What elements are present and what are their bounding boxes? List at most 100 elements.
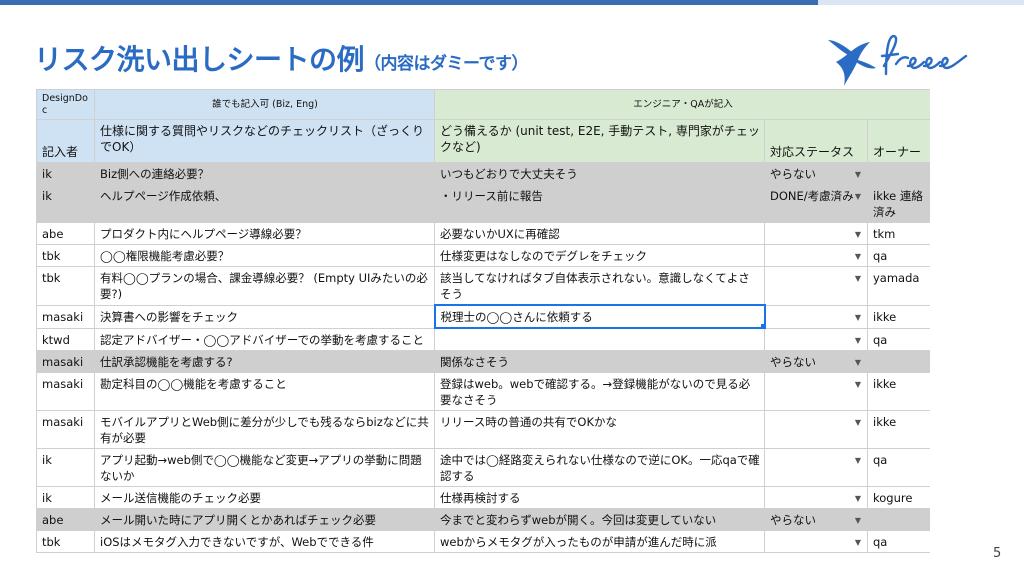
cell-item[interactable]: Biz側への連絡必要？ <box>94 162 435 185</box>
cell-item[interactable]: ヘルプページ作成依頼、 <box>94 184 435 223</box>
cell-response[interactable]: リリース時の普通の共有でOKかな <box>434 409 765 449</box>
group-header-anyone[interactable]: 誰でも記入可 (Biz, Eng) <box>94 89 435 120</box>
cell-response[interactable]: いつもどおりで大丈夫そう <box>434 162 765 185</box>
cell-status-dropdown[interactable]: ▼ <box>764 244 868 267</box>
cell-status-dropdown[interactable]: ▼ <box>764 485 868 509</box>
cell-author[interactable]: tbk <box>36 244 95 267</box>
cell-author[interactable]: abe <box>36 507 95 531</box>
cell-status-dropdown[interactable]: ▼ <box>764 529 868 553</box>
cell-owner[interactable]: kogure <box>866 485 930 509</box>
dropdown-arrow-icon[interactable]: ▼ <box>855 358 861 367</box>
header-owner[interactable]: オーナー <box>866 119 930 163</box>
cell-status-dropdown[interactable]: ▼ <box>764 447 868 487</box>
cell-response[interactable]: 必要ないかUXに再確認 <box>434 222 765 245</box>
dropdown-arrow-icon[interactable]: ▼ <box>855 456 861 465</box>
cell-status-dropdown[interactable]: ▼ <box>764 409 868 449</box>
cell-author[interactable]: ik <box>36 447 95 487</box>
dropdown-arrow-icon[interactable]: ▼ <box>855 336 861 345</box>
cell-item[interactable]: iOSはメモタグ入力できないですが、Webでできる件 <box>94 529 435 553</box>
cell-response-selected[interactable]: 税理士の◯◯さんに依頼する <box>433 304 766 329</box>
cell-response[interactable]: 仕様再検討する <box>434 485 765 509</box>
dropdown-arrow-icon[interactable]: ▼ <box>855 275 861 283</box>
cell-status: やらない <box>770 512 816 527</box>
cell-response[interactable]: 今までと変わらずwebが開く。今回は変更していない <box>434 507 765 531</box>
cell-status-dropdown[interactable]: ▼ <box>764 304 868 329</box>
cell-owner[interactable]: qa <box>866 529 930 553</box>
dropdown-arrow-icon[interactable]: ▼ <box>855 193 861 201</box>
cell-author[interactable]: ik <box>36 485 95 509</box>
group-header-engineer[interactable]: エンジニア・QAが記入 <box>433 89 930 120</box>
dropdown-arrow-icon[interactable]: ▼ <box>855 516 861 525</box>
cell-owner[interactable]: ikke <box>866 409 930 449</box>
cell-owner[interactable]: ikke 連絡済み <box>866 184 930 223</box>
header-response[interactable]: どう備えるか (unit test, E2E, 手動テスト, 専門家がチェックな… <box>434 119 765 163</box>
cell-status-dropdown[interactable]: DONE/考慮済み ▼ <box>764 184 868 223</box>
risk-spreadsheet: DesignDoc 誰でも記入可 (Biz, Eng) エンジニア・QAが記入 … <box>36 89 930 576</box>
dropdown-arrow-icon[interactable]: ▼ <box>855 171 861 179</box>
cell-status-dropdown[interactable]: ▼ <box>764 327 868 351</box>
cell-owner[interactable]: qa <box>866 327 930 351</box>
dropdown-arrow-icon[interactable]: ▼ <box>855 380 861 389</box>
cell-item[interactable]: 認定アドバイザー・◯◯アドバイザーでの挙動を考慮すること <box>94 327 435 351</box>
cell-author[interactable]: masaki <box>36 349 95 373</box>
cell-response[interactable]: 仕様変更はなしなのでデグレをチェック <box>434 244 765 267</box>
cell-item[interactable]: メール開いた時にアプリ開くとかあればチェック必要 <box>94 507 435 531</box>
group-header-row: DesignDoc 誰でも記入可 (Biz, Eng) エンジニア・QAが記入 <box>36 89 930 120</box>
cell-owner[interactable] <box>866 349 930 373</box>
cell-item[interactable]: 勘定科目の◯◯機能を考慮すること <box>94 371 435 411</box>
cell-owner[interactable]: ikke <box>866 371 930 411</box>
cell-item[interactable]: 仕訳承認機能を考慮する? <box>94 349 435 373</box>
dropdown-arrow-icon[interactable]: ▼ <box>855 538 861 547</box>
cell-response: 税理士の◯◯さんに依頼する <box>440 310 593 324</box>
cell-author[interactable]: tbk <box>36 529 95 553</box>
cell-author[interactable]: ktwd <box>36 327 95 351</box>
cell-response[interactable]: webからメモタグが入ったものが申請が進んだ時に派 <box>434 529 765 553</box>
cell-status-dropdown[interactable]: やらない ▼ <box>764 162 868 185</box>
cell-owner[interactable]: yamada <box>866 266 930 306</box>
cell-designdoc[interactable]: DesignDoc <box>36 89 95 120</box>
cell-author[interactable]: masaki <box>36 409 95 449</box>
cell-status-dropdown[interactable]: やらない ▼ <box>764 507 868 531</box>
dropdown-arrow-icon[interactable]: ▼ <box>855 418 861 427</box>
top-accent-bar <box>0 0 818 5</box>
cell-status-dropdown[interactable]: ▼ <box>764 371 868 411</box>
header-checklist[interactable]: 仕様に関する質問やリスクなどのチェックリスト（ざっくりでOK） <box>94 119 435 163</box>
cell-author[interactable]: ik <box>36 162 95 185</box>
cell-author[interactable]: masaki <box>36 304 95 329</box>
cell-status-dropdown[interactable]: ▼ <box>764 266 868 306</box>
cell-response[interactable]: 関係なさそう <box>434 349 765 373</box>
cell-item[interactable]: 有料◯◯プランの場合、課金導線必要？ (Empty UIみたいの必要?) <box>94 266 435 306</box>
header-author[interactable]: 記入者 <box>36 119 95 163</box>
table-row: ik Biz側への連絡必要？ いつもどおりで大丈夫そう やらない ▼ <box>36 162 930 185</box>
cell-author[interactable]: abe <box>36 222 95 245</box>
cell-item[interactable]: ◯◯権限機能考慮必要？ <box>94 244 435 267</box>
table-row: abe プロダクト内にヘルプページ導線必要？ 必要ないかUXに再確認 ▼ tkm <box>36 222 930 245</box>
cell-owner[interactable] <box>866 507 930 531</box>
cell-owner[interactable]: qa <box>866 447 930 487</box>
header-status[interactable]: 対応ステータス <box>764 119 868 163</box>
cell-response[interactable]: 該当してなければタブ自体表示されない。意識しなくてよさそう <box>434 266 765 306</box>
cell-item[interactable]: 決算書への影響をチェック <box>94 304 435 329</box>
cell-item[interactable]: プロダクト内にヘルプページ導線必要？ <box>94 222 435 245</box>
cell-response[interactable] <box>434 327 765 351</box>
cell-status-dropdown[interactable]: ▼ <box>764 222 868 245</box>
cell-author[interactable]: masaki <box>36 371 95 411</box>
cell-item[interactable]: メール送信機能のチェック必要 <box>94 485 435 509</box>
cell-owner[interactable]: tkm <box>866 222 930 245</box>
cell-item[interactable]: アプリ起動→web側で◯◯機能など変更→アプリの挙動に問題ないか <box>94 447 435 487</box>
cell-item[interactable]: モバイルアプリとWeb側に差分が少しでも残るならbizなどに共有が必要 <box>94 409 435 449</box>
cell-owner[interactable]: qa <box>866 244 930 267</box>
cell-author[interactable]: ik <box>36 184 95 223</box>
cell-owner[interactable] <box>866 162 930 185</box>
cell-response[interactable]: 登録はweb。webで確認する。→登録機能がないので見る必要なさそう <box>434 371 765 411</box>
dropdown-arrow-icon[interactable]: ▼ <box>855 494 861 503</box>
cell-status-dropdown[interactable]: やらない ▼ <box>764 349 868 373</box>
cell-owner[interactable]: ikke <box>866 304 930 329</box>
cell-response[interactable]: ・リリース前に報告 <box>434 184 765 223</box>
dropdown-arrow-icon[interactable]: ▼ <box>855 231 861 239</box>
dropdown-arrow-icon[interactable]: ▼ <box>855 253 861 261</box>
dropdown-arrow-icon[interactable]: ▼ <box>855 313 861 322</box>
cell-response[interactable]: 途中では◯経路変えられない仕様なので逆にOK。一応qaで確認する <box>434 447 765 487</box>
freee-logo <box>828 34 968 86</box>
cell-author[interactable]: tbk <box>36 266 95 306</box>
